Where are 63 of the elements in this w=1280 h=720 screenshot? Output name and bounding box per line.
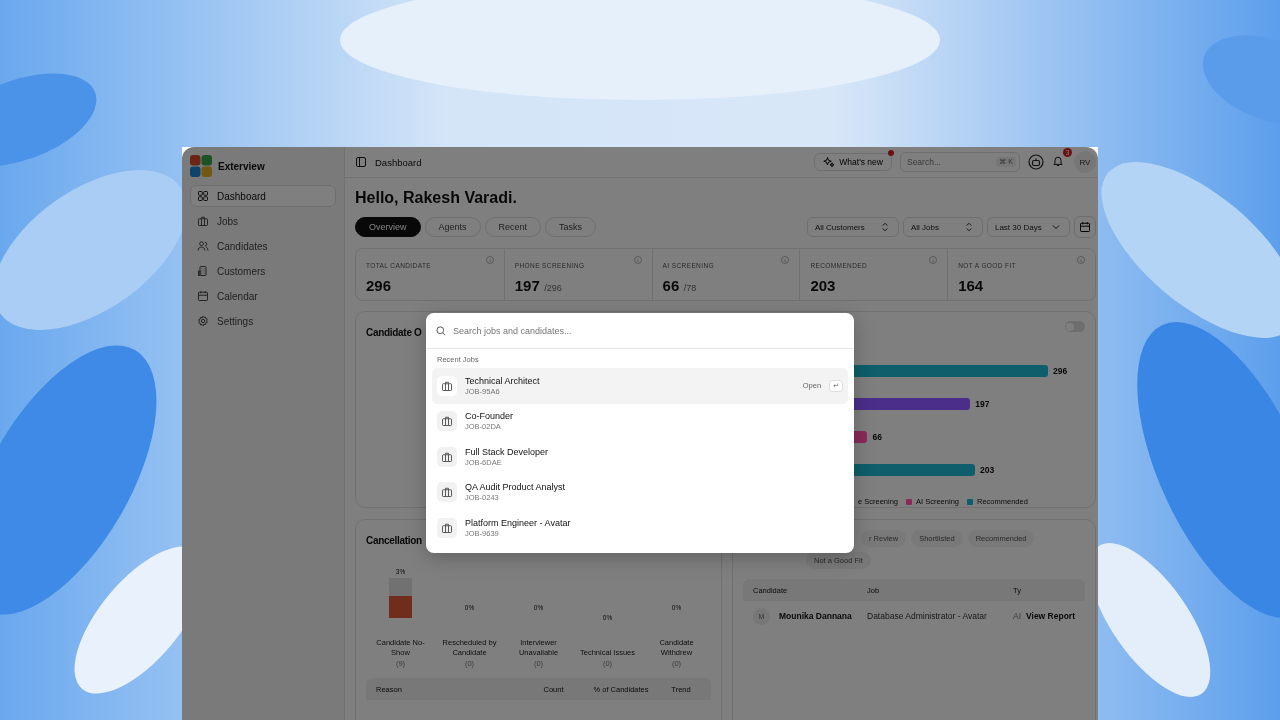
card-title: Cancellation <box>366 535 422 546</box>
card-title: Candidate O <box>366 327 422 338</box>
filter-dropdown[interactable]: Last 30 Days <box>986 217 1070 237</box>
grid-icon <box>197 190 209 202</box>
tab[interactable]: Tasks <box>545 217 597 237</box>
bar-value: 66 <box>872 432 882 442</box>
stat-value: 66 <box>662 276 680 295</box>
calendar-icon <box>1078 221 1091 233</box>
briefcase-icon <box>441 415 453 428</box>
breadcrumb: Dashboard <box>375 156 422 168</box>
tab[interactable]: Overview <box>355 217 421 237</box>
job-title: Full Stack Developer <box>465 446 549 457</box>
briefcase-icon <box>197 215 209 227</box>
bell-icon[interactable] <box>1051 155 1064 167</box>
logo-icon <box>190 155 212 177</box>
sidebar-item[interactable]: Settings <box>190 310 336 332</box>
stat-total: /78 <box>683 283 697 293</box>
view-report-link[interactable]: View Report <box>1026 611 1075 621</box>
date-picker-button[interactable] <box>1073 216 1096 238</box>
candidate-name: Mounika Dannana <box>779 611 853 621</box>
stat-total: /296 <box>544 283 562 293</box>
job-title: Platform Engineer - Avatar <box>465 517 571 528</box>
sidebar-toggle-icon[interactable] <box>355 156 367 168</box>
stat-value: 164 <box>958 276 984 295</box>
briefcase-icon <box>441 450 453 463</box>
stat-value: 197 <box>514 276 540 295</box>
bot-icon[interactable] <box>1027 154 1044 170</box>
tab[interactable]: Agents <box>424 217 481 237</box>
briefcase-icon <box>441 521 453 534</box>
user-avatar[interactable]: RV <box>1073 151 1096 173</box>
info-icon[interactable] <box>1076 256 1085 264</box>
sidebar-item[interactable]: Dashboard <box>190 185 336 207</box>
search-icon <box>435 324 447 337</box>
briefcase-icon <box>441 379 453 392</box>
sidebar-item[interactable]: Candidates <box>190 235 336 257</box>
calendar-icon <box>197 290 209 302</box>
tab[interactable]: Recent <box>484 217 542 237</box>
info-icon[interactable] <box>485 256 494 264</box>
sidebar-item[interactable]: Calendar <box>190 285 336 307</box>
filter-dropdown[interactable]: All Jobs <box>902 217 983 237</box>
people-icon <box>197 240 209 252</box>
job-title: QA Audit Product Analyst <box>465 482 566 493</box>
bar-value: 203 <box>979 465 995 475</box>
job-title: Co-Founder <box>465 411 514 422</box>
building-icon <box>197 265 209 277</box>
sparkle-icon <box>823 156 836 168</box>
info-icon[interactable] <box>781 256 790 264</box>
briefcase-icon <box>441 486 453 499</box>
info-icon[interactable] <box>929 256 938 264</box>
job-cell-text: Database Administrator - Avatar <box>867 611 988 621</box>
stat-value: 203 <box>810 276 836 295</box>
whats-new-button[interactable]: What's new <box>814 153 892 171</box>
app-name: Exterview <box>218 160 265 172</box>
job-title: Technical Architect <box>465 375 540 386</box>
info-icon[interactable] <box>633 256 642 264</box>
sidebar-item[interactable]: Customers <box>190 260 336 282</box>
filter-dropdown[interactable]: All Customers <box>806 217 899 237</box>
bar-value: 296 <box>1052 366 1068 376</box>
sidebar-item[interactable]: Jobs <box>190 210 336 232</box>
gear-icon <box>197 315 209 327</box>
greeting: Hello, Rakesh Varadi. <box>355 189 518 207</box>
bar-value: 197 <box>975 399 990 409</box>
stat-value: 296 <box>366 276 392 295</box>
